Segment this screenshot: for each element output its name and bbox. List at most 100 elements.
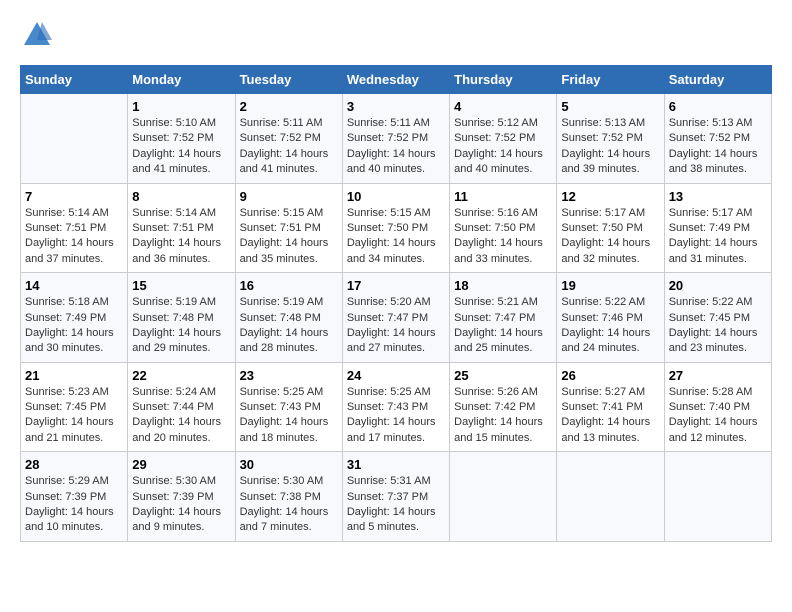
day-number: 17 [347, 278, 445, 293]
day-number: 24 [347, 368, 445, 383]
day-detail: Sunrise: 5:17 AM Sunset: 7:49 PM Dayligh… [669, 206, 767, 268]
day-detail: Sunrise: 5:11 AM Sunset: 7:52 PM Dayligh… [240, 116, 338, 178]
calendar-cell: 13 Sunrise: 5:17 AM Sunset: 7:49 PM Dayli… [664, 183, 771, 273]
header-cell-wednesday: Wednesday [342, 66, 449, 94]
calendar-cell: 17 Sunrise: 5:20 AM Sunset: 7:47 PM Dayli… [342, 273, 449, 363]
day-number: 1 [132, 99, 230, 114]
header-cell-sunday: Sunday [21, 66, 128, 94]
calendar-cell: 6 Sunrise: 5:13 AM Sunset: 7:52 PM Daylig… [664, 94, 771, 184]
day-number: 29 [132, 457, 230, 472]
day-number: 3 [347, 99, 445, 114]
day-number: 19 [561, 278, 659, 293]
day-detail: Sunrise: 5:25 AM Sunset: 7:43 PM Dayligh… [347, 385, 445, 447]
day-detail: Sunrise: 5:23 AM Sunset: 7:45 PM Dayligh… [25, 385, 123, 447]
week-row-4: 28 Sunrise: 5:29 AM Sunset: 7:39 PM Dayli… [21, 452, 772, 542]
calendar-cell: 7 Sunrise: 5:14 AM Sunset: 7:51 PM Daylig… [21, 183, 128, 273]
calendar-cell: 23 Sunrise: 5:25 AM Sunset: 7:43 PM Dayli… [235, 362, 342, 452]
day-number: 8 [132, 189, 230, 204]
day-detail: Sunrise: 5:25 AM Sunset: 7:43 PM Dayligh… [240, 385, 338, 447]
calendar-cell [557, 452, 664, 542]
day-number: 4 [454, 99, 552, 114]
day-number: 15 [132, 278, 230, 293]
day-number: 27 [669, 368, 767, 383]
calendar-cell: 15Sunrise: 5:19 AM Sunset: 7:48 PM Dayli… [128, 273, 235, 363]
calendar-cell: 24 Sunrise: 5:25 AM Sunset: 7:43 PM Dayli… [342, 362, 449, 452]
calendar-cell: 30 Sunrise: 5:30 AM Sunset: 7:38 PM Dayli… [235, 452, 342, 542]
week-row-1: 7 Sunrise: 5:14 AM Sunset: 7:51 PM Daylig… [21, 183, 772, 273]
calendar-cell: 26Sunrise: 5:27 AM Sunset: 7:41 PM Dayli… [557, 362, 664, 452]
day-detail: Sunrise: 5:30 AM Sunset: 7:38 PM Dayligh… [240, 474, 338, 536]
calendar-cell: 2 Sunrise: 5:11 AM Sunset: 7:52 PM Daylig… [235, 94, 342, 184]
day-number: 13 [669, 189, 767, 204]
day-number: 6 [669, 99, 767, 114]
header-cell-thursday: Thursday [450, 66, 557, 94]
calendar-cell: 25 Sunrise: 5:26 AM Sunset: 7:42 PM Dayli… [450, 362, 557, 452]
day-detail: Sunrise: 5:20 AM Sunset: 7:47 PM Dayligh… [347, 295, 445, 357]
day-detail: Sunrise: 5:14 AM Sunset: 7:51 PM Dayligh… [25, 206, 123, 268]
day-detail: Sunrise: 5:10 AM Sunset: 7:52 PM Dayligh… [132, 116, 230, 178]
logo-text [20, 20, 52, 55]
day-number: 10 [347, 189, 445, 204]
calendar-cell: 5Sunrise: 5:13 AM Sunset: 7:52 PM Daylig… [557, 94, 664, 184]
day-detail: Sunrise: 5:19 AM Sunset: 7:48 PM Dayligh… [240, 295, 338, 357]
calendar-cell: 29 Sunrise: 5:30 AM Sunset: 7:39 PM Dayli… [128, 452, 235, 542]
calendar-cell: 20Sunrise: 5:22 AM Sunset: 7:45 PM Dayli… [664, 273, 771, 363]
day-detail: Sunrise: 5:14 AM Sunset: 7:51 PM Dayligh… [132, 206, 230, 268]
day-number: 25 [454, 368, 552, 383]
day-detail: Sunrise: 5:15 AM Sunset: 7:51 PM Dayligh… [240, 206, 338, 268]
day-detail: Sunrise: 5:29 AM Sunset: 7:39 PM Dayligh… [25, 474, 123, 536]
header-row: SundayMondayTuesdayWednesdayThursdayFrid… [21, 66, 772, 94]
calendar-cell: 1 Sunrise: 5:10 AM Sunset: 7:52 PM Daylig… [128, 94, 235, 184]
calendar-cell: 10Sunrise: 5:15 AM Sunset: 7:50 PM Dayli… [342, 183, 449, 273]
calendar-cell: 3 Sunrise: 5:11 AM Sunset: 7:52 PM Daylig… [342, 94, 449, 184]
day-detail: Sunrise: 5:13 AM Sunset: 7:52 PM Dayligh… [561, 116, 659, 178]
calendar-cell: 18Sunrise: 5:21 AM Sunset: 7:47 PM Dayli… [450, 273, 557, 363]
day-detail: Sunrise: 5:27 AM Sunset: 7:41 PM Dayligh… [561, 385, 659, 447]
day-number: 28 [25, 457, 123, 472]
header-cell-saturday: Saturday [664, 66, 771, 94]
day-detail: Sunrise: 5:13 AM Sunset: 7:52 PM Dayligh… [669, 116, 767, 178]
day-detail: Sunrise: 5:28 AM Sunset: 7:40 PM Dayligh… [669, 385, 767, 447]
day-detail: Sunrise: 5:21 AM Sunset: 7:47 PM Dayligh… [454, 295, 552, 357]
header-cell-monday: Monday [128, 66, 235, 94]
calendar-cell: 12Sunrise: 5:17 AM Sunset: 7:50 PM Dayli… [557, 183, 664, 273]
day-detail: Sunrise: 5:17 AM Sunset: 7:50 PM Dayligh… [561, 206, 659, 268]
calendar-table: SundayMondayTuesdayWednesdayThursdayFrid… [20, 65, 772, 542]
calendar-cell: 16Sunrise: 5:19 AM Sunset: 7:48 PM Dayli… [235, 273, 342, 363]
calendar-cell: 14Sunrise: 5:18 AM Sunset: 7:49 PM Dayli… [21, 273, 128, 363]
calendar-cell [664, 452, 771, 542]
calendar-cell: 11 Sunrise: 5:16 AM Sunset: 7:50 PM Dayli… [450, 183, 557, 273]
calendar-cell: 19 Sunrise: 5:22 AM Sunset: 7:46 PM Dayli… [557, 273, 664, 363]
header-cell-friday: Friday [557, 66, 664, 94]
calendar-header: SundayMondayTuesdayWednesdayThursdayFrid… [21, 66, 772, 94]
day-number: 23 [240, 368, 338, 383]
header-cell-tuesday: Tuesday [235, 66, 342, 94]
week-row-2: 14Sunrise: 5:18 AM Sunset: 7:49 PM Dayli… [21, 273, 772, 363]
day-detail: Sunrise: 5:22 AM Sunset: 7:46 PM Dayligh… [561, 295, 659, 357]
day-number: 7 [25, 189, 123, 204]
day-number: 21 [25, 368, 123, 383]
calendar-cell: 21 Sunrise: 5:23 AM Sunset: 7:45 PM Dayli… [21, 362, 128, 452]
day-detail: Sunrise: 5:11 AM Sunset: 7:52 PM Dayligh… [347, 116, 445, 178]
day-number: 30 [240, 457, 338, 472]
week-row-3: 21 Sunrise: 5:23 AM Sunset: 7:45 PM Dayli… [21, 362, 772, 452]
day-detail: Sunrise: 5:16 AM Sunset: 7:50 PM Dayligh… [454, 206, 552, 268]
day-number: 31 [347, 457, 445, 472]
day-number: 22 [132, 368, 230, 383]
calendar-cell: 22 Sunrise: 5:24 AM Sunset: 7:44 PM Dayli… [128, 362, 235, 452]
calendar-cell: 31 Sunrise: 5:31 AM Sunset: 7:37 PM Dayli… [342, 452, 449, 542]
day-number: 20 [669, 278, 767, 293]
calendar-cell [450, 452, 557, 542]
day-detail: Sunrise: 5:30 AM Sunset: 7:39 PM Dayligh… [132, 474, 230, 536]
day-detail: Sunrise: 5:31 AM Sunset: 7:37 PM Dayligh… [347, 474, 445, 536]
logo [20, 20, 52, 55]
week-row-0: 1 Sunrise: 5:10 AM Sunset: 7:52 PM Daylig… [21, 94, 772, 184]
day-number: 11 [454, 189, 552, 204]
calendar-cell: 8 Sunrise: 5:14 AM Sunset: 7:51 PM Daylig… [128, 183, 235, 273]
day-number: 9 [240, 189, 338, 204]
day-number: 2 [240, 99, 338, 114]
day-detail: Sunrise: 5:12 AM Sunset: 7:52 PM Dayligh… [454, 116, 552, 178]
day-detail: Sunrise: 5:26 AM Sunset: 7:42 PM Dayligh… [454, 385, 552, 447]
day-detail: Sunrise: 5:24 AM Sunset: 7:44 PM Dayligh… [132, 385, 230, 447]
day-detail: Sunrise: 5:18 AM Sunset: 7:49 PM Dayligh… [25, 295, 123, 357]
